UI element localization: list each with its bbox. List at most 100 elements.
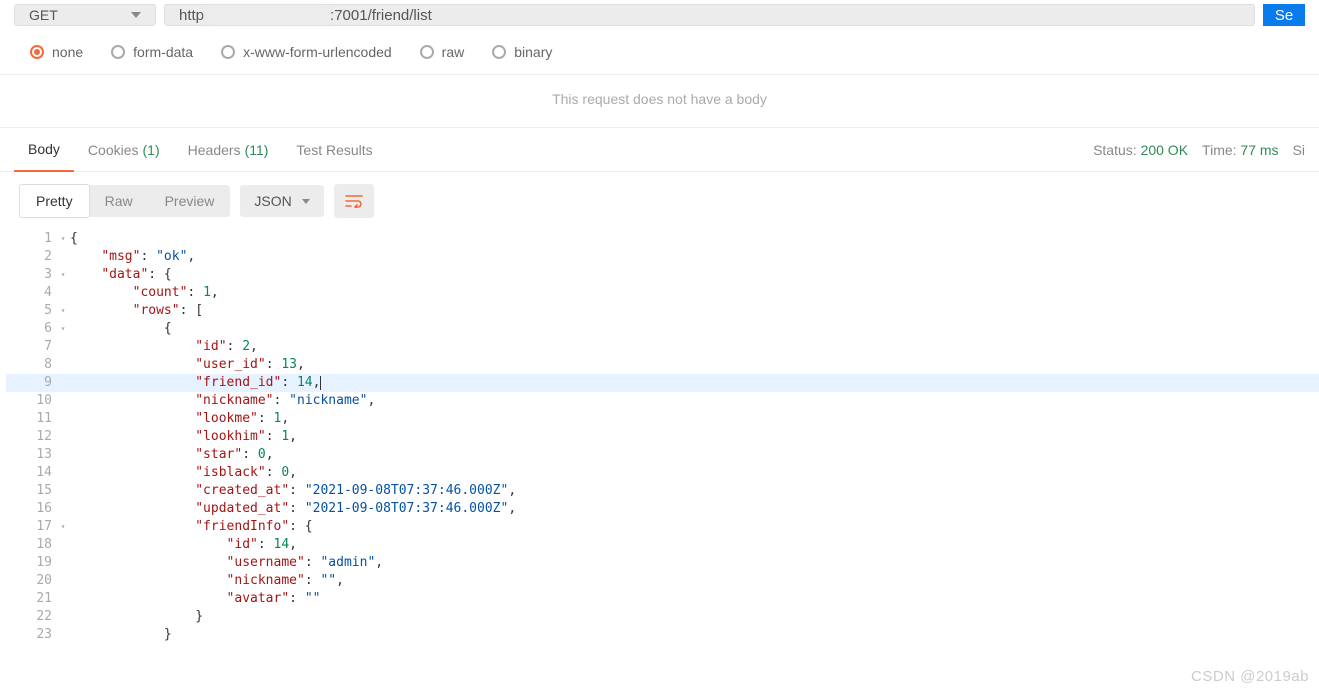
- fold-icon: [56, 338, 70, 356]
- code-line[interactable]: 22 }: [6, 608, 1319, 626]
- line-number: 13: [6, 446, 56, 464]
- code-text: "msg": "ok",: [70, 248, 195, 266]
- line-number: 8: [6, 356, 56, 374]
- code-line[interactable]: 20 "nickname": "",: [6, 572, 1319, 590]
- view-mode-group: Pretty Raw Preview: [20, 185, 230, 217]
- fold-icon: [56, 608, 70, 626]
- fold-icon: [56, 356, 70, 374]
- code-text: "friend_id": 14,: [70, 374, 321, 392]
- radio-icon: [420, 45, 434, 59]
- body-type-raw[interactable]: raw: [420, 44, 465, 60]
- code-line[interactable]: 11 "lookme": 1,: [6, 410, 1319, 428]
- code-line[interactable]: 4 "count": 1,: [6, 284, 1319, 302]
- send-button[interactable]: Se: [1263, 4, 1305, 26]
- view-pretty-button[interactable]: Pretty: [19, 184, 90, 218]
- fold-icon[interactable]: ▾: [56, 230, 70, 248]
- format-select[interactable]: JSON: [240, 185, 323, 217]
- code-line[interactable]: 14 "isblack": 0,: [6, 464, 1319, 482]
- chevron-down-icon: [131, 12, 141, 18]
- fold-icon: [56, 554, 70, 572]
- radio-icon: [221, 45, 235, 59]
- body-type-form-data[interactable]: form-data: [111, 44, 193, 60]
- response-tabs: Body Cookies(1) Headers(11) Test Results…: [0, 128, 1319, 172]
- code-text: }: [70, 608, 203, 626]
- fold-icon: [56, 392, 70, 410]
- fold-icon[interactable]: ▾: [56, 266, 70, 284]
- code-line[interactable]: 1▾{: [6, 230, 1319, 248]
- response-toolbar: Pretty Raw Preview JSON: [0, 172, 1319, 230]
- tab-label: Body: [28, 141, 60, 157]
- url-prefix: http: [179, 7, 204, 24]
- line-number: 5: [6, 302, 56, 320]
- fold-icon[interactable]: ▾: [56, 320, 70, 338]
- line-number: 14: [6, 464, 56, 482]
- code-line[interactable]: 18 "id": 14,: [6, 536, 1319, 554]
- code-line[interactable]: 2 "msg": "ok",: [6, 248, 1319, 266]
- line-number: 11: [6, 410, 56, 428]
- watermark: CSDN @2019ab: [1191, 668, 1309, 685]
- radio-label: form-data: [133, 44, 193, 60]
- http-method-select[interactable]: GET: [14, 4, 156, 26]
- code-line[interactable]: 10 "nickname": "nickname",: [6, 392, 1319, 410]
- fold-icon[interactable]: ▾: [56, 518, 70, 536]
- size-meta: Si: [1293, 142, 1305, 158]
- code-line[interactable]: 7 "id": 2,: [6, 338, 1319, 356]
- code-text: "updated_at": "2021-09-08T07:37:46.000Z"…: [70, 500, 516, 518]
- fold-icon: [56, 410, 70, 428]
- code-line[interactable]: 3▾ "data": {: [6, 266, 1319, 284]
- code-line[interactable]: 9 "friend_id": 14,: [6, 374, 1319, 392]
- tab-body[interactable]: Body: [14, 128, 74, 172]
- code-line[interactable]: 23 }: [6, 626, 1319, 644]
- code-line[interactable]: 16 "updated_at": "2021-09-08T07:37:46.00…: [6, 500, 1319, 518]
- code-text: }: [70, 626, 172, 644]
- view-preview-button[interactable]: Preview: [149, 185, 231, 217]
- code-line[interactable]: 15 "created_at": "2021-09-08T07:37:46.00…: [6, 482, 1319, 500]
- fold-icon: [56, 590, 70, 608]
- code-text: "id": 2,: [70, 338, 258, 356]
- code-text: "lookhim": 1,: [70, 428, 297, 446]
- tab-cookies[interactable]: Cookies(1): [74, 128, 174, 172]
- code-line[interactable]: 17▾ "friendInfo": {: [6, 518, 1319, 536]
- status-value: 200 OK: [1141, 142, 1188, 158]
- wrap-lines-button[interactable]: [334, 184, 374, 218]
- code-text: "nickname": "",: [70, 572, 344, 590]
- code-text: "username": "admin",: [70, 554, 383, 572]
- fold-icon: [56, 248, 70, 266]
- code-text: "isblack": 0,: [70, 464, 297, 482]
- line-number: 2: [6, 248, 56, 266]
- line-number: 1: [6, 230, 56, 248]
- tab-headers[interactable]: Headers(11): [174, 128, 283, 172]
- time-meta: Time: 77 ms: [1202, 142, 1279, 158]
- fold-icon: [56, 482, 70, 500]
- code-line[interactable]: 21 "avatar": "": [6, 590, 1319, 608]
- wrap-icon: [345, 194, 363, 208]
- code-text: "user_id": 13,: [70, 356, 305, 374]
- radio-icon: [111, 45, 125, 59]
- line-number: 19: [6, 554, 56, 572]
- line-number: 10: [6, 392, 56, 410]
- code-line[interactable]: 8 "user_id": 13,: [6, 356, 1319, 374]
- fold-icon: [56, 428, 70, 446]
- fold-icon: [56, 536, 70, 554]
- code-line[interactable]: 13 "star": 0,: [6, 446, 1319, 464]
- view-raw-button[interactable]: Raw: [89, 185, 149, 217]
- url-input[interactable]: http :7001/friend/list: [164, 4, 1255, 26]
- code-line[interactable]: 6▾ {: [6, 320, 1319, 338]
- fold-icon[interactable]: ▾: [56, 302, 70, 320]
- body-type-none[interactable]: none: [30, 44, 83, 60]
- tab-label: Cookies: [88, 142, 139, 158]
- line-number: 12: [6, 428, 56, 446]
- body-type-urlencoded[interactable]: x-www-form-urlencoded: [221, 44, 392, 60]
- tab-count: (1): [143, 142, 160, 158]
- code-line[interactable]: 12 "lookhim": 1,: [6, 428, 1319, 446]
- code-text: "created_at": "2021-09-08T07:37:46.000Z"…: [70, 482, 516, 500]
- tab-test-results[interactable]: Test Results: [282, 128, 386, 172]
- body-type-binary[interactable]: binary: [492, 44, 552, 60]
- line-number: 22: [6, 608, 56, 626]
- code-line[interactable]: 19 "username": "admin",: [6, 554, 1319, 572]
- code-line[interactable]: 5▾ "rows": [: [6, 302, 1319, 320]
- line-number: 23: [6, 626, 56, 644]
- status-label: Status:: [1093, 142, 1137, 158]
- response-body-code[interactable]: 1▾{2 "msg": "ok",3▾ "data": {4 "count": …: [0, 230, 1319, 644]
- method-label: GET: [29, 7, 58, 23]
